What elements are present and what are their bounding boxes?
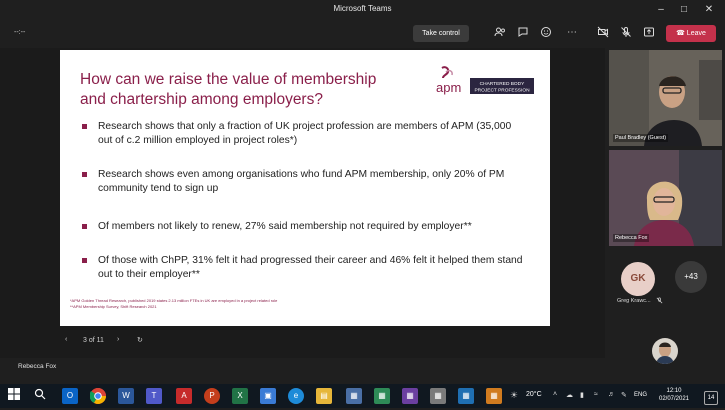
self-video-avatar[interactable] — [652, 338, 678, 364]
previous-slide-icon[interactable]: ‹ — [65, 336, 67, 343]
app-icon[interactable]: ▦ — [402, 388, 418, 404]
minimize-icon[interactable]: – — [650, 2, 672, 18]
more-participants-button[interactable]: +43 — [675, 261, 707, 293]
clock-time: 12:10 — [666, 388, 682, 394]
participant-name: Rebecca Fox — [613, 234, 650, 242]
edge-icon[interactable]: e — [288, 388, 304, 404]
wifi-icon[interactable]: ≈ — [594, 391, 598, 398]
file-explorer-icon[interactable]: ▤ — [316, 388, 332, 404]
app-icon[interactable]: ▦ — [346, 388, 362, 404]
slide-pager: ‹ 3 of 11 › ↻ — [65, 336, 145, 350]
maximize-icon[interactable]: □ — [673, 2, 695, 18]
cloud-icon[interactable]: ☁ — [566, 391, 573, 399]
mic-muted-icon — [656, 297, 663, 306]
mic-off-icon[interactable] — [619, 26, 633, 40]
participant-avatar[interactable]: GK — [621, 262, 655, 296]
bullet-text: Research shows even among organisations … — [98, 169, 505, 194]
reactions-icon[interactable] — [539, 26, 553, 40]
presenter-name: Rebecca Fox — [18, 363, 57, 370]
weather-icon[interactable]: ☀ — [510, 390, 518, 401]
taskbar — [0, 384, 725, 408]
volume-icon[interactable]: ♬ — [608, 391, 615, 398]
meeting-timer: --:-- — [14, 29, 26, 36]
take-control-button[interactable]: Take control — [413, 25, 469, 42]
slide-title: How can we raise the value of membership… — [80, 71, 377, 108]
more-options-icon[interactable]: ⋯ — [565, 26, 579, 40]
svg-text:PROJECT PROFESSION: PROJECT PROFESSION — [474, 88, 530, 94]
app-icon[interactable]: ▦ — [374, 388, 390, 404]
chevron-up-icon[interactable]: ˄ — [553, 391, 557, 398]
svg-text:CHARTERED BODY: CHARTERED BODY — [480, 81, 525, 87]
close-icon[interactable]: ✕ — [698, 2, 720, 18]
weather-temperature[interactable]: 20°C — [526, 391, 542, 398]
hang-up-icon: ☎ — [676, 30, 685, 37]
meeting-toolbar: --:-- Take control ⋯ ☎ Leave — [0, 20, 725, 48]
bullet-text: Of members not likely to renew, 27% said… — [98, 221, 472, 232]
clock-date: 02/07/2021 — [658, 396, 690, 402]
participant-name: Paul Bradley (Guest) — [613, 134, 669, 142]
participant-name: Greg Krawc... — [617, 298, 651, 304]
footnote: **APM Membership Survey, Shift Research … — [70, 303, 157, 309]
word-icon[interactable]: W — [118, 388, 134, 404]
window-title: Microsoft Teams — [333, 4, 392, 13]
battery-icon[interactable]: ▮ — [580, 391, 584, 399]
notifications-badge[interactable]: 14 — [704, 391, 718, 405]
search-icon[interactable] — [32, 388, 48, 404]
acrobat-icon[interactable]: A — [176, 388, 192, 404]
page-indicator: 3 of 11 — [83, 337, 104, 344]
app-icon[interactable]: ▦ — [430, 388, 446, 404]
powerpoint-icon[interactable]: P — [204, 388, 220, 404]
leave-label: Leave — [686, 30, 706, 37]
teams-icon[interactable]: T — [146, 388, 162, 404]
participants-icon[interactable] — [493, 26, 507, 40]
chat-icon[interactable] — [516, 26, 530, 40]
sync-slide-icon[interactable]: ↻ — [137, 336, 143, 344]
app-icon[interactable]: ▦ — [458, 388, 474, 404]
bullet-text: Of those with ChPP, 31% felt it had prog… — [98, 255, 523, 280]
svg-text:apm: apm — [436, 80, 461, 95]
clock[interactable]: 12:10 02/07/2021 — [654, 387, 694, 403]
language-indicator[interactable]: ENG — [634, 392, 647, 398]
next-slide-icon[interactable]: › — [117, 336, 119, 343]
outlook-icon[interactable]: O — [62, 388, 78, 404]
apm-logo: apm CHARTERED BODY PROJECT PROFESSION — [434, 64, 536, 100]
title-bar: Microsoft Teams – □ ✕ — [0, 0, 725, 20]
camera-off-icon[interactable] — [596, 26, 610, 40]
slide-footnotes: *APM Golden Thread Research, published 2… — [70, 298, 470, 309]
excel-icon[interactable]: X — [232, 388, 248, 404]
leave-button[interactable]: ☎ Leave — [666, 25, 716, 42]
participant-video-tile[interactable]: Paul Bradley (Guest) — [609, 50, 722, 146]
presentation-slide: How can we raise the value of membership… — [60, 50, 550, 326]
windows-start-icon[interactable] — [6, 388, 22, 404]
remote-desktop-icon[interactable]: ▣ — [260, 388, 276, 404]
app-icon[interactable]: ▦ — [486, 388, 502, 404]
participant-video-tile-active-speaker[interactable]: Rebecca Fox — [609, 150, 722, 246]
chrome-icon[interactable] — [89, 388, 106, 404]
pen-icon[interactable]: ✎ — [621, 391, 627, 399]
share-tray-icon[interactable] — [642, 26, 656, 40]
bullet-text: Research shows that only a fraction of U… — [98, 121, 512, 146]
